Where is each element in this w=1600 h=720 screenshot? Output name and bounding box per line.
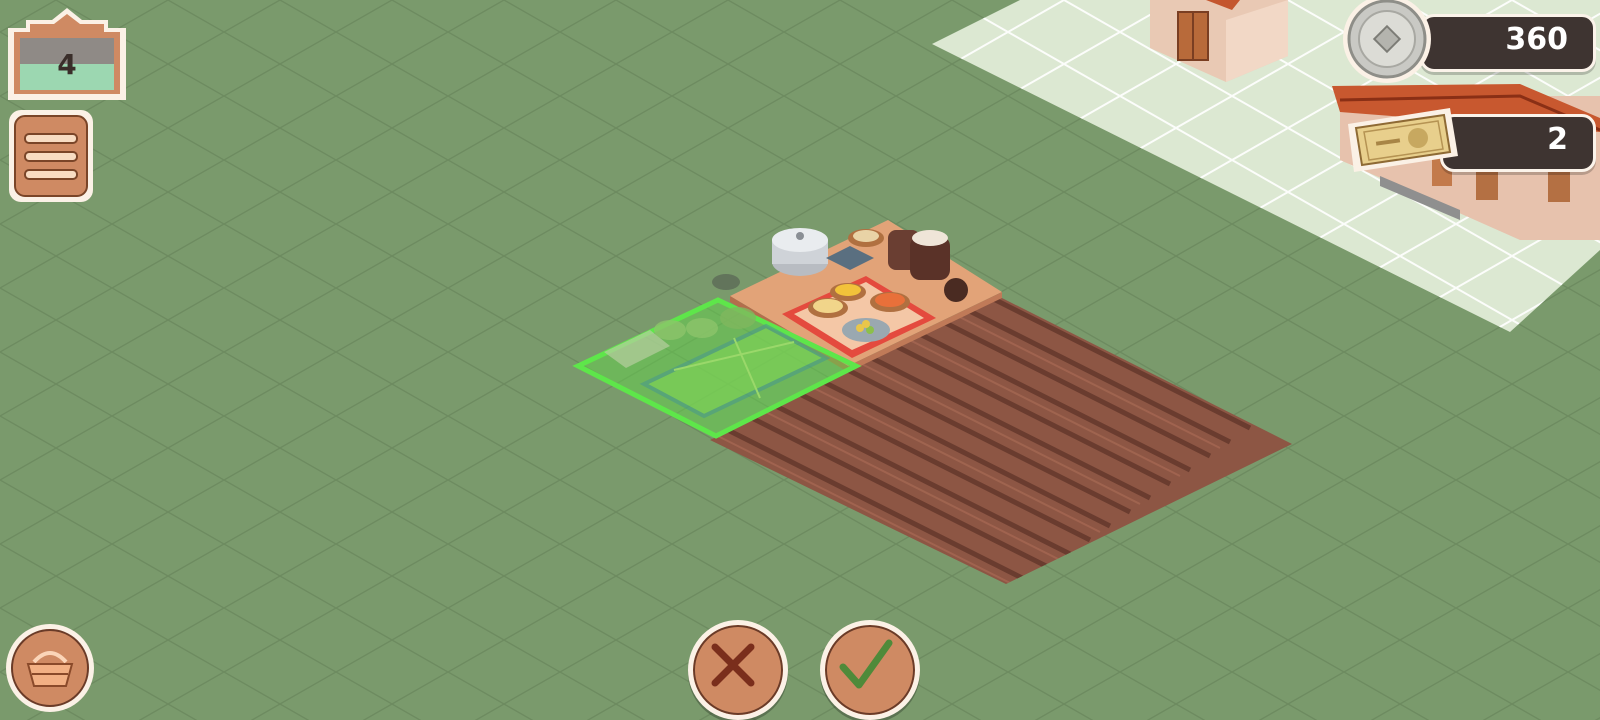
hamburger-menu-icon	[9, 110, 93, 202]
x-icon	[711, 643, 755, 687]
level-badge[interactable]: 4	[4, 4, 130, 104]
banknote-amount: 2	[1547, 122, 1568, 157]
banknote-icon	[1348, 108, 1458, 172]
pot-silhouette	[712, 274, 740, 290]
coin-amount: 360	[1505, 22, 1568, 57]
confirm-button[interactable]	[820, 620, 920, 720]
cancel-button[interactable]	[688, 620, 788, 720]
silver-coin-icon	[1343, 0, 1431, 83]
coin-counter: 360	[1343, 0, 1596, 83]
level-number: 4	[57, 48, 77, 81]
banknote-pill	[1440, 114, 1596, 172]
check-icon	[839, 639, 893, 689]
shop-button[interactable]	[4, 622, 96, 714]
basket-icon	[6, 624, 94, 712]
menu-button[interactable]	[7, 108, 95, 204]
banknote-counter: 2	[1346, 108, 1596, 172]
